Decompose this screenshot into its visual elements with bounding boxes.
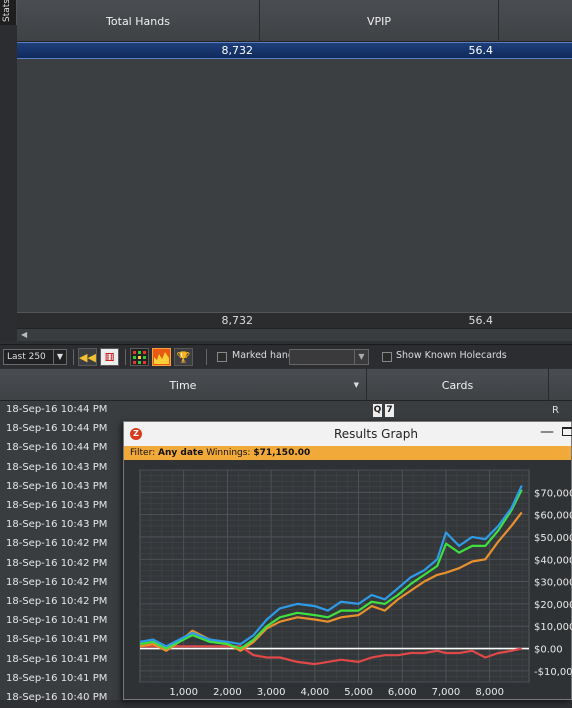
result-cell: R xyxy=(552,405,559,416)
toolbar-divider xyxy=(125,349,126,365)
hand-time: 18-Sep-16 10:43 PM xyxy=(6,500,108,511)
stats-header: Total Hands VPIP xyxy=(17,0,572,42)
column-header-label: Total Hands xyxy=(106,14,170,28)
grid-icon[interactable] xyxy=(130,348,149,366)
column-header-label: Time xyxy=(169,378,197,392)
hands-toolbar: Last 250 ▼ ◀◀ ⚅ 🏆 Marked hands ▼ Show Kn… xyxy=(0,344,572,368)
hand-time: 18-Sep-16 10:43 PM xyxy=(6,480,108,492)
column-header-time[interactable]: Time ▼ xyxy=(0,369,367,401)
chevron-down-icon: ▼ xyxy=(354,350,368,364)
stats-selected-row[interactable]: 8,732 56.4 xyxy=(17,42,572,59)
y-tick-label: $10,000.00 xyxy=(534,622,572,633)
results-graph-titlebar[interactable]: Z Results Graph — xyxy=(124,422,572,446)
x-tick-label: 8,000 xyxy=(475,687,504,698)
maximize-icon[interactable] xyxy=(562,427,572,436)
column-header-label: VPIP xyxy=(366,14,392,28)
stats-tab-label: Stats xyxy=(2,0,12,22)
y-tick-label: $60,000.00 xyxy=(534,511,572,522)
results-chart: 1,000 2,000 3,000 4,000 5,000 6,000 7,000 8,000… xyxy=(139,469,572,698)
chevron-down-icon: ▼ xyxy=(53,350,66,364)
hand-time: 18-Sep-16 10:41 PM xyxy=(6,672,108,684)
column-header-result[interactable] xyxy=(549,369,572,401)
range-select[interactable]: Last 250 ▼ xyxy=(3,349,67,365)
sort-desc-icon: ▼ xyxy=(353,381,359,389)
x-tick-label: 6,000 xyxy=(388,687,417,698)
toolbar-divider xyxy=(206,349,207,365)
hole-card-1: Q xyxy=(373,404,382,417)
hand-time: 18-Sep-16 10:42 PM xyxy=(6,576,108,588)
column-header-vpip[interactable]: VPIP xyxy=(260,0,499,42)
hand-time: 18-Sep-16 10:43 PM xyxy=(6,461,108,473)
results-graph-title: Results Graph xyxy=(334,427,418,441)
y-tick-label: -$10,000.00 xyxy=(534,667,572,678)
trophy-icon[interactable]: 🏆 xyxy=(174,348,193,366)
hands-header: Time ▼ Cards xyxy=(0,369,572,401)
y-tick-label: $50,000.00 xyxy=(534,533,572,544)
results-graph-window[interactable]: Z Results Graph — Filter: Any date Winni… xyxy=(123,421,572,700)
hand-time: 18-Sep-16 10:42 PM xyxy=(6,538,108,550)
stats-total-row: 8,732 56.4 xyxy=(17,312,572,328)
hand-time: 18-Sep-16 10:41 PM xyxy=(6,634,108,646)
known-holecards-label: Show Known Holecards xyxy=(396,350,507,361)
hand-time: 18-Sep-16 10:41 PM xyxy=(6,615,108,627)
hand-time: 18-Sep-16 10:41 PM xyxy=(6,653,108,665)
stats-tab[interactable]: Stats xyxy=(0,0,17,25)
column-header-label: Cards xyxy=(441,378,474,392)
stats-left-gutter xyxy=(0,25,17,341)
dice-icon[interactable]: ⚅ xyxy=(100,348,119,366)
x-tick-label: 5,000 xyxy=(344,687,373,698)
hand-time: 18-Sep-16 10:40 PM xyxy=(6,692,108,703)
stats-table-body xyxy=(17,59,572,312)
column-header-cards[interactable]: Cards xyxy=(367,369,549,401)
marked-hands-checkbox[interactable] xyxy=(217,352,227,362)
hand-time: 18-Sep-16 10:43 PM xyxy=(6,519,108,531)
x-tick-label: 1,000 xyxy=(169,687,198,698)
y-tick-label: $40,000.00 xyxy=(534,555,572,566)
total-hands-total: 8,732 xyxy=(221,314,254,327)
hand-time: 18-Sep-16 10:44 PM xyxy=(6,423,108,435)
hand-time: 18-Sep-16 10:44 PM xyxy=(6,442,108,454)
y-tick-label: $20,000.00 xyxy=(534,600,572,611)
x-tick-label: 4,000 xyxy=(301,687,330,698)
column-header-total-hands[interactable]: Total Hands xyxy=(17,0,260,42)
hand-row[interactable]: 18-Sep-16 10:44 PM xyxy=(0,401,572,420)
app-logo-icon: Z xyxy=(130,428,142,440)
hole-card-2: 7 xyxy=(385,404,394,417)
scroll-left-icon[interactable]: ◀ xyxy=(21,330,27,339)
toolbar-divider xyxy=(73,349,74,365)
x-tick-label: 7,000 xyxy=(432,687,461,698)
y-tick-label: $0.00 xyxy=(534,645,563,656)
hand-time: 18-Sep-16 10:44 PM xyxy=(6,404,108,415)
marked-hands-select[interactable]: ▼ xyxy=(289,349,369,365)
range-select-value: Last 250 xyxy=(7,352,46,362)
rewind-icon[interactable]: ◀◀ xyxy=(78,348,97,366)
winnings-value: $71,150.00 xyxy=(253,448,311,458)
hand-time: 18-Sep-16 10:42 PM xyxy=(6,596,108,607)
hand-time: 18-Sep-16 10:42 PM xyxy=(6,557,108,569)
y-tick-label: $30,000.00 xyxy=(534,578,572,589)
winnings-label: Winnings: xyxy=(206,448,251,458)
total-hands-cell: 8,732 xyxy=(221,44,254,57)
column-header-next[interactable] xyxy=(499,0,572,42)
heatmap-icon[interactable] xyxy=(152,348,171,366)
vpip-cell: 56.4 xyxy=(468,44,494,57)
x-tick-label: 3,000 xyxy=(257,687,286,698)
known-holecards-checkbox[interactable] xyxy=(382,352,392,362)
x-tick-label: 2,000 xyxy=(213,687,242,698)
y-tick-label: $70,000.00 xyxy=(534,488,572,499)
stats-horizontal-scrollbar[interactable]: ◀ xyxy=(17,328,572,341)
minimize-icon[interactable]: — xyxy=(540,424,554,440)
graph-filter-bar: Filter: Any date Winnings: $71,150.00 xyxy=(124,446,571,460)
filter-value: Any date xyxy=(158,448,204,458)
filter-label: Filter: xyxy=(130,448,156,458)
vpip-total: 56.4 xyxy=(468,314,494,327)
